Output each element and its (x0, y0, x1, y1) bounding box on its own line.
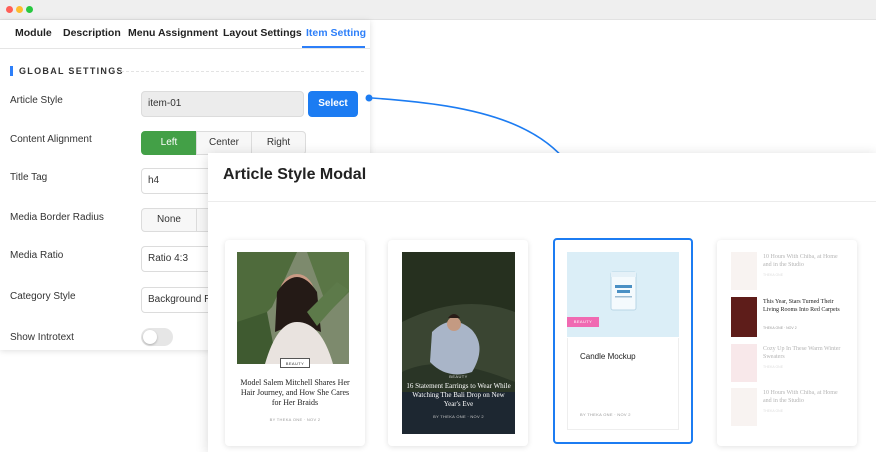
list-item-title: Cozy Up In These Warm Winter Sweaters (763, 346, 841, 360)
list-item-title: This Year, Stars Turned Their Living Roo… (763, 299, 840, 313)
list-item-meta: THEKA ONE · NOV 2 (763, 326, 797, 330)
modal-title: Article Style Modal (223, 166, 367, 183)
list-item-title: 10 Hours With Chiba, at Home and in the … (763, 390, 838, 404)
style-card-3-selected[interactable]: BEAUTY Candle Mockup BY THEKA ONE · NOV … (553, 238, 693, 444)
card-title: Candle Mockup (580, 352, 636, 361)
list-item-meta: THEKA ONE (763, 273, 784, 277)
category-badge: BEAUTY (567, 317, 599, 327)
category-badge: BEAUTY (449, 374, 468, 379)
list-style-preview: 10 Hours With Chiba, at Home and in the … (717, 240, 857, 446)
list-thumb (731, 344, 757, 382)
card-meta: BY THEKA ONE · NOV 2 (269, 417, 321, 422)
card-meta: BY THEKA ONE · NOV 2 (580, 412, 631, 417)
modal-divider (208, 201, 876, 202)
card-meta: BY THEKA ONE · NOV 2 (433, 414, 484, 419)
style-card-4[interactable]: 10 Hours With Chiba, at Home and in the … (717, 240, 857, 446)
list-thumb (731, 297, 757, 337)
card-title: Model Salem Mitchell Shares Her Hair Jou… (240, 378, 350, 407)
list-item-meta: THEKA ONE (763, 409, 784, 413)
category-badge: BEAUTY (280, 358, 310, 368)
article-style-modal: Article Style Modal BEAUTY Model Salem M… (208, 153, 876, 452)
style-card-1[interactable]: BEAUTY Model Salem Mitchell Shares Her H… (225, 240, 365, 446)
portrait-photo (237, 252, 349, 364)
style-card-2[interactable]: BEAUTY 16 Statement Earrings to Wear Whi… (388, 240, 528, 446)
card-title: 16 Statement Earrings to Wear While Watc… (406, 382, 511, 408)
list-thumb (731, 252, 757, 290)
list-item-meta: THEKA ONE (763, 365, 784, 369)
list-thumb (731, 388, 757, 426)
list-item-title: 10 Hours With Chiba, at Home and in the … (763, 254, 838, 268)
